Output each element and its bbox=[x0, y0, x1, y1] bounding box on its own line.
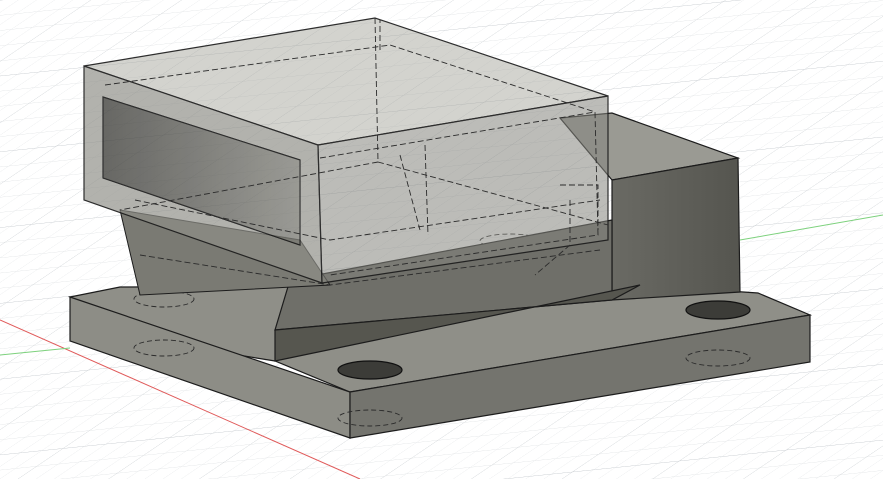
support-block-side-face[interactable] bbox=[611, 157, 741, 301]
viewport-canvas[interactable] bbox=[0, 0, 883, 479]
mount-hole-front-right[interactable] bbox=[685, 300, 751, 320]
cad-3d-viewport[interactable] bbox=[0, 0, 883, 479]
mount-hole-front-left[interactable] bbox=[337, 360, 403, 380]
